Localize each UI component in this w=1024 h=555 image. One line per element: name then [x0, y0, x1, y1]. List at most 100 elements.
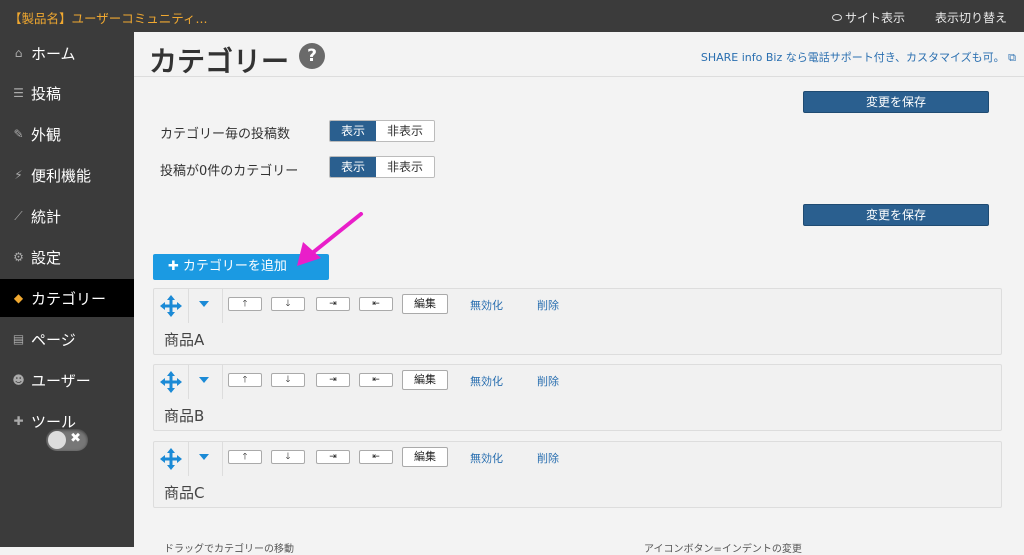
divider	[222, 442, 223, 476]
indent-button[interactable]: ⇥	[316, 373, 350, 387]
delete-link[interactable]: 削除	[537, 297, 559, 313]
sidebar-item-features[interactable]: ⚡ 便利機能	[0, 156, 134, 194]
indent-icon: ⇥	[329, 452, 337, 462]
sidebar-item-label: 外観	[31, 125, 62, 144]
category-row: 🡑 🡓 ⇥ ⇤ 編集 無効化 削除 商品B	[153, 364, 1002, 431]
move-up-button[interactable]: 🡑	[228, 373, 262, 387]
save-button-top[interactable]: 変更を保存	[803, 91, 989, 113]
list-icon: ☰	[13, 86, 24, 100]
plus-icon: ✚	[168, 259, 179, 274]
wrench-icon: ✚	[13, 414, 24, 428]
admin-topbar: 【製品名】ユーザーコミュニティ... サイト表示 表示切り替え	[0, 0, 1024, 32]
divider	[134, 76, 1024, 77]
view-site-link[interactable]: サイト表示	[831, 9, 905, 26]
gears-icon: ⚙	[13, 250, 24, 264]
indent-button[interactable]: ⇥	[316, 450, 350, 464]
outdent-button[interactable]: ⇤	[359, 297, 393, 311]
arrow-down-icon: 🡓	[285, 452, 291, 462]
divider	[188, 442, 189, 476]
move-up-button[interactable]: 🡑	[228, 450, 262, 464]
move-handle-icon[interactable]	[159, 447, 183, 471]
sidebar-item-label: 統計	[31, 207, 62, 226]
show-option[interactable]: 表示	[330, 121, 377, 141]
save-button-bottom[interactable]: 変更を保存	[803, 204, 989, 226]
bottom-hint-indent: アイコンボタン=インデントの変更	[644, 544, 802, 555]
add-category-label: カテゴリーを追加	[182, 259, 287, 274]
switch-display-link[interactable]: 表示切り替え	[935, 9, 1007, 26]
disable-link[interactable]: 無効化	[470, 297, 503, 313]
file-icon: ▤	[12, 332, 25, 346]
move-up-button[interactable]: 🡑	[228, 297, 262, 311]
brush-icon: ✎	[13, 127, 24, 141]
category-name: 商品A	[164, 331, 205, 349]
sidebar: ⌂ ホーム ☰ 投稿 ✎ 外観 ⚡ 便利機能 ⟋ 統計 ⚙ 設定 ◆ カテゴリー ▤ ページ ☻…	[0, 32, 134, 547]
divider	[188, 365, 189, 399]
indent-icon: ⇥	[329, 299, 337, 309]
promo-link[interactable]: SHARE info Biz なら電話サポート付き、カスタマイズも可。 ⧉	[701, 49, 1016, 65]
sidebar-item-appearance[interactable]: ✎ 外観	[0, 115, 134, 153]
category-name: 商品C	[164, 484, 205, 502]
arrow-down-icon: 🡓	[285, 299, 291, 309]
move-handle-icon[interactable]	[159, 370, 183, 394]
users-icon: ☻	[12, 373, 25, 387]
hide-option[interactable]: 非表示	[376, 121, 435, 141]
close-icon: ✖	[70, 431, 81, 446]
outdent-icon: ⇤	[372, 452, 380, 462]
delete-link[interactable]: 削除	[537, 450, 559, 466]
arrow-down-icon: 🡓	[285, 375, 291, 385]
sidebar-item-label: ホーム	[31, 44, 76, 63]
toggle-knob	[48, 431, 66, 449]
chevron-down-icon[interactable]	[199, 301, 209, 307]
help-icon[interactable]: ?	[299, 43, 325, 69]
outdent-button[interactable]: ⇤	[359, 450, 393, 464]
chevron-down-icon[interactable]	[199, 454, 209, 460]
delete-link[interactable]: 削除	[537, 373, 559, 389]
move-handle-icon[interactable]	[159, 294, 183, 318]
promo-text: SHARE info Biz なら電話サポート付き、カスタマイズも可。	[700, 51, 1005, 64]
disable-link[interactable]: 無効化	[470, 450, 503, 466]
sidebar-item-pages[interactable]: ▤ ページ	[0, 320, 134, 358]
tags-icon: ◆	[13, 291, 24, 305]
edit-button[interactable]: 編集	[402, 447, 448, 467]
sidebar-item-label: カテゴリー	[31, 289, 107, 308]
eye-icon	[831, 14, 842, 21]
sidebar-item-categories[interactable]: ◆ カテゴリー	[0, 279, 134, 317]
move-down-button[interactable]: 🡓	[271, 297, 305, 311]
post-count-toggle: 表示 非表示	[329, 120, 436, 142]
sidebar-item-label: ユーザー	[31, 371, 91, 390]
page-title: カテゴリー	[149, 46, 290, 77]
edit-button[interactable]: 編集	[402, 294, 448, 314]
option-label-post-count: カテゴリー毎の投稿数	[160, 127, 291, 142]
disable-link[interactable]: 無効化	[470, 373, 503, 389]
sidebar-item-users[interactable]: ☻ ユーザー	[0, 361, 134, 399]
site-title[interactable]: 【製品名】ユーザーコミュニティ...	[9, 8, 207, 27]
category-row: 🡑 🡓 ⇥ ⇤ 編集 無効化 削除 商品C	[153, 441, 1002, 508]
outdent-button[interactable]: ⇤	[359, 373, 393, 387]
sidebar-collapse-toggle[interactable]: ✖	[46, 429, 88, 451]
chevron-down-icon[interactable]	[199, 377, 209, 383]
hide-option[interactable]: 非表示	[376, 157, 435, 177]
arrow-up-icon: 🡑	[242, 299, 248, 309]
sidebar-item-label: 設定	[31, 248, 62, 267]
divider	[222, 289, 223, 323]
edit-button[interactable]: 編集	[402, 370, 448, 390]
arrow-up-icon: 🡑	[242, 452, 248, 462]
move-down-button[interactable]: 🡓	[271, 373, 305, 387]
bottom-hint-drag: ドラッグでカテゴリーの移動	[164, 544, 294, 555]
sidebar-item-settings[interactable]: ⚙ 設定	[0, 238, 134, 276]
sidebar-item-label: ページ	[31, 330, 76, 349]
outdent-icon: ⇤	[372, 375, 380, 385]
sidebar-item-stats[interactable]: ⟋ 統計	[0, 197, 134, 235]
sidebar-item-posts[interactable]: ☰ 投稿	[0, 74, 134, 112]
option-label-empty-categories: 投稿が0件のカテゴリー	[160, 164, 299, 179]
category-row: 🡑 🡓 ⇥ ⇤ 編集 無効化 削除 商品A	[153, 288, 1002, 355]
topbar-links: サイト表示 表示切り替え	[831, 9, 1007, 26]
sidebar-item-home[interactable]: ⌂ ホーム	[0, 34, 134, 72]
arrow-up-icon: 🡑	[242, 375, 248, 385]
show-option[interactable]: 表示	[330, 157, 377, 177]
indent-button[interactable]: ⇥	[316, 297, 350, 311]
category-name: 商品B	[164, 407, 205, 425]
move-down-button[interactable]: 🡓	[271, 450, 305, 464]
sidebar-item-label: 便利機能	[31, 166, 92, 185]
indent-icon: ⇥	[329, 375, 337, 385]
